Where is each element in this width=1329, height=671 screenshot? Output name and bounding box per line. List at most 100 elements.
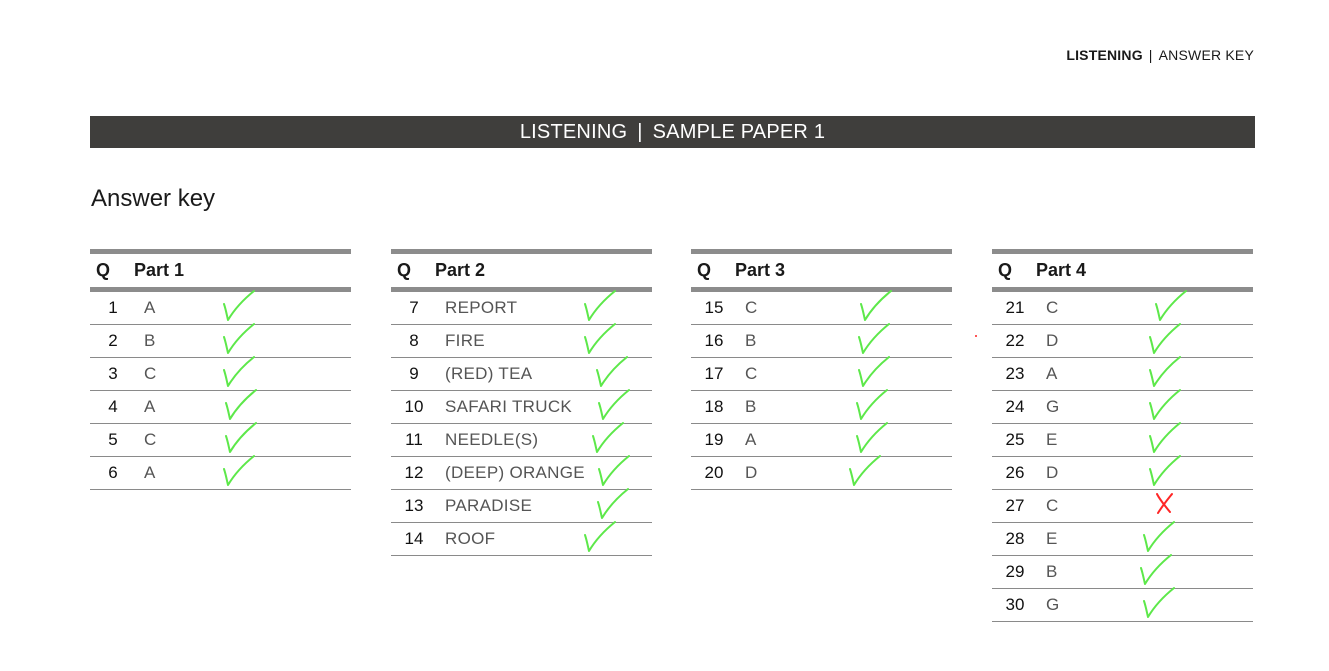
tick-icon [846,453,884,489]
table-row: 24 G [992,389,1253,424]
question-number: 23 [1005,364,1025,383]
question-number: 16 [704,331,724,350]
answer-text: REPORT [445,298,518,317]
question-column-header: Q [998,260,1013,280]
table-row: 17 C [691,356,952,391]
tick-icon [581,288,619,324]
table-row: 3C [90,356,351,391]
question-number: 7 [409,298,419,317]
table-row: 14 ROOF [391,521,652,556]
answer-table-part-2: Q Part 2 7 REPORT 8 FIRE 9 (RED) TEA 10 SAFARI TR… [391,249,652,556]
answer-table-part-3: Q Part 3 15 C 16 B 17 C 18 B 19 A 20 D [691,249,952,490]
tick-icon [1140,519,1178,555]
table-row: 23 A [992,356,1253,391]
tick-icon [1146,387,1184,423]
table-header: Q Part 4 [992,254,1253,292]
question-number: 8 [409,331,419,350]
question-number: 6 [108,463,118,482]
tick-icon [595,387,633,423]
tick-icon [855,354,893,390]
question-number: 21 [1005,298,1025,317]
title-bar-separator: | [637,120,643,143]
part-column-header: Part 3 [735,260,786,280]
table-row: 22 D [992,323,1253,358]
question-number: 25 [1005,430,1025,449]
table-row: 26 D [992,455,1253,490]
table-row: 30 G [992,587,1253,622]
title-bar: LISTENING | SAMPLE PAPER 1 [90,116,1255,148]
question-number: 12 [404,463,424,482]
running-head-section: LISTENING [1066,47,1143,63]
part-column-header: Part 4 [1036,260,1087,280]
tick-icon [1146,453,1184,489]
answer-table-part-4: Q Part 4 21 C 22 D 23 A 24 G 25 E 26 D 27 C 28 E 29 B 30 G [992,249,1253,622]
tick-icon [853,387,891,423]
tick-icon [1146,321,1184,357]
question-number: 30 [1005,595,1025,614]
tick-icon [222,420,260,456]
table-row: 25 E [992,422,1253,457]
tick-icon [581,519,619,555]
question-number: 29 [1005,562,1025,581]
answer-text: D [745,463,758,482]
answer-text: A [745,430,757,449]
tick-icon [220,288,258,324]
answer-table-part-1: Q Part 11A2B3C4A5C6A [90,249,351,490]
table-row: 18 B [691,389,952,424]
question-number: 3 [108,364,118,383]
question-number: 13 [404,496,424,515]
question-number: 18 [704,397,724,416]
answer-text: D [1046,463,1059,482]
running-head-label: ANSWER KEY [1158,47,1254,63]
question-number: 19 [704,430,724,449]
tick-icon [581,321,619,357]
part-column-header: Part 1 [134,260,185,280]
question-number: 5 [108,430,118,449]
tick-icon [589,420,627,456]
question-column-header: Q [397,260,412,280]
table-header: Q Part 1 [90,254,351,292]
tick-icon [222,387,260,423]
table-row: 20 D [691,455,952,490]
tick-icon [594,486,632,522]
answer-text: FIRE [445,331,485,350]
running-head: LISTENING | ANSWER KEY [1066,47,1254,63]
question-number: 22 [1005,331,1025,350]
tick-icon [595,453,633,489]
table-row: 27 C [992,490,1253,523]
question-number: 4 [108,397,118,416]
table-row: 15 C [691,290,952,325]
question-number: 1 [108,298,118,317]
table-row: 4A [90,389,351,424]
part-column-header: Part 2 [435,260,486,280]
question-column-header: Q [96,260,111,280]
table-row: 29 B [992,554,1253,589]
question-column-header: Q [697,260,712,280]
page-heading: Answer key [91,185,216,212]
question-number: 20 [704,463,724,482]
tick-icon [220,354,258,390]
question-number: 10 [404,397,424,416]
cross-icon [1144,486,1182,522]
tick-icon [853,420,891,456]
answer-text: B [745,331,757,350]
stray-pen-mark [975,335,977,337]
table-header: Q Part 3 [691,254,952,292]
table-row: 21 C [992,290,1253,325]
tick-icon [855,321,893,357]
title-bar-paper: SAMPLE PAPER 1 [652,120,826,143]
question-number: 24 [1005,397,1025,416]
tick-icon [220,321,258,357]
answer-text: D [1046,331,1059,350]
answer-text: A [1046,364,1058,383]
table-row: 28 E [992,521,1253,556]
table-row: 16 B [691,323,952,358]
table-header: Q Part 2 [391,254,652,292]
tick-icon [1140,585,1178,621]
tick-icon [1152,288,1190,324]
table-row: 19 A [691,422,952,457]
answer-text: E [1046,430,1058,449]
tick-icon [857,288,895,324]
question-number: 9 [409,364,419,383]
answer-text: C [745,364,758,383]
